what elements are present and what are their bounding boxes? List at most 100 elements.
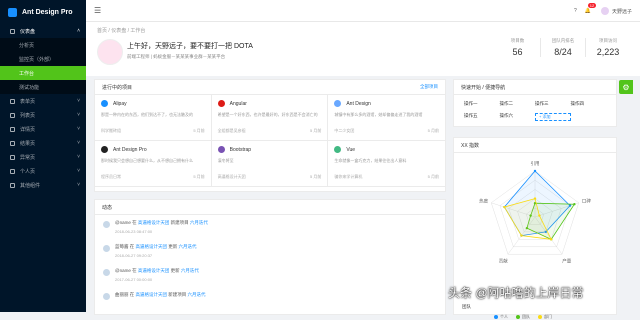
project-name[interactable]: Ant Design Pro xyxy=(101,146,205,153)
avatar xyxy=(103,269,110,276)
stat-label: 项目访问 xyxy=(599,38,617,43)
add-link-button[interactable]: + 添加 xyxy=(535,113,571,121)
quick-link[interactable]: 操作三 xyxy=(535,101,571,107)
team-label: 团队 xyxy=(462,304,471,309)
menu-dashboard[interactable]: 仪表盘 ˄ xyxy=(0,24,86,38)
project-desc: 那时候我只会想自己想要什么，从不想自己拥有什么 xyxy=(101,158,193,163)
form-icon xyxy=(10,98,15,104)
activity-group-link[interactable]: 高逼格设计天团 xyxy=(138,220,170,225)
menu-other[interactable]: 其他组件 ˅ xyxy=(0,178,86,192)
help-icon[interactable]: ? xyxy=(574,8,577,14)
project-team[interactable]: 科学搬砖组 xyxy=(101,128,121,133)
chevron-down-icon: ˅ xyxy=(77,168,80,174)
activity-project-link[interactable]: 六月迭代 xyxy=(190,220,208,225)
legend-label: 个人 xyxy=(500,314,508,319)
legend-label: 团队 xyxy=(522,314,530,319)
menu-result[interactable]: 结果页 ˅ xyxy=(0,136,86,150)
project-name[interactable]: Alipay xyxy=(101,100,205,107)
activity-group-link[interactable]: 高逼格设计天团 xyxy=(136,292,168,297)
notification-bell[interactable]: 🔔 12 xyxy=(585,3,597,14)
dashboard-icon xyxy=(10,28,15,34)
chevron-down-icon: ˅ xyxy=(77,154,80,160)
setting-drawer-button[interactable]: ⚙ xyxy=(619,80,633,94)
menu-label: 监控页（外部） xyxy=(19,56,55,63)
project-team[interactable]: 高逼格设计天团 xyxy=(218,174,246,179)
radar-point xyxy=(550,238,553,241)
project-title: Ant Design xyxy=(346,100,371,107)
project-logo-icon xyxy=(101,100,108,107)
activity-time: 2018-06-27 09:20:37 xyxy=(115,253,153,258)
project-team[interactable]: 程序员日常 xyxy=(101,174,121,179)
greeting: 上午好，天野远子，要不要打一把 DOTA xyxy=(127,43,253,50)
activity-item: @name 在 高逼格设计天团 更新 六月迭代 2017-06-27 00:00:… xyxy=(95,263,445,287)
menu-monitor[interactable]: 监控页（外部） xyxy=(0,52,86,66)
project-name[interactable]: Bootstrap xyxy=(217,146,322,153)
activity-text: @name 在 高逼格设计天团 新建项目 六月迭代 xyxy=(115,220,208,226)
activity-group-link[interactable]: 高逼格设计天团 xyxy=(138,268,170,273)
project-footer: 科学搬砖组 5 月前 xyxy=(101,128,205,134)
project-name[interactable]: Vue xyxy=(334,146,439,153)
radar-point xyxy=(538,214,541,217)
quick-link[interactable]: 操作五 xyxy=(464,113,500,121)
project-item[interactable]: Bootstrap 凛冬将至 高逼格设计天团 5 月前 xyxy=(211,141,329,187)
stat-label: 团队内排名 xyxy=(551,38,575,43)
quick-link[interactable]: 操作六 xyxy=(500,113,536,121)
activity-time: 2018-06-23 08:47:00 xyxy=(115,229,153,234)
project-item[interactable]: Ant Design 城镇中有那么多的酒馆，她却偏偏走进了我的酒馆 中二少女团 5… xyxy=(328,95,445,141)
avatar xyxy=(103,221,110,228)
breadcrumb-dashboard[interactable]: 仪表盘 xyxy=(111,28,126,34)
stat-rank: 团队内排名 8/24 xyxy=(540,38,585,57)
project-team[interactable]: 全组都是吴彦祖 xyxy=(218,128,246,133)
breadcrumb: 首页 / 仪表盘 / 工作台 xyxy=(97,28,146,34)
activity-project-link[interactable]: 六月迭代 xyxy=(181,268,199,273)
menu-list[interactable]: 列表页 ˅ xyxy=(0,108,86,122)
menu-profile[interactable]: 详情页 ˅ xyxy=(0,122,86,136)
menu-account[interactable]: 个人页 ˅ xyxy=(0,164,86,178)
quick-link[interactable]: 操作一 xyxy=(464,101,500,107)
activity-user: @name xyxy=(115,268,131,273)
legend-item[interactable]: 团队 xyxy=(516,314,530,320)
project-name[interactable]: Angular xyxy=(217,100,322,107)
project-item[interactable]: Alipay 那是一种内在的东西，他们到达不了，也无法触及的 科学搬砖组 5 月前 xyxy=(95,95,212,141)
project-item[interactable]: Vue 生命就像一盒巧克力，结果往往出人意料 骗你来学计算机 5 月前 xyxy=(328,141,445,187)
menu-fold-icon[interactable]: ☰ xyxy=(94,6,101,15)
menu-workplace[interactable]: 工作台 xyxy=(0,66,86,80)
activity-project-link[interactable]: 六月迭代 xyxy=(179,244,197,249)
project-team[interactable]: 中二少女团 xyxy=(334,128,354,133)
menu-label: 其他组件 xyxy=(20,182,41,189)
sidebar: Ant Design Pro 仪表盘 ˄ 分析页 监控页（外部） 工作台 测试功能… xyxy=(0,0,86,312)
activity-group-link[interactable]: 高逼格设计天团 xyxy=(136,244,168,249)
project-item[interactable]: Ant Design Pro 那时候我只会想自己想要什么，从不想自己拥有什么 程… xyxy=(95,141,212,187)
project-logo-icon xyxy=(334,100,342,107)
project-item[interactable]: Angular 希望是一个好东西，也许是最好的，好东西是不会消亡的 全组都是吴彦… xyxy=(211,95,329,141)
avatar[interactable] xyxy=(600,7,609,15)
menu-analysis[interactable]: 分析页 xyxy=(0,38,86,52)
menu-exception[interactable]: 异常页 ˅ xyxy=(0,150,86,164)
legend-item[interactable]: 个人 xyxy=(494,314,508,320)
menu-label: 详情页 xyxy=(20,126,36,133)
quick-link[interactable]: 操作二 xyxy=(500,101,536,107)
quick-link[interactable]: 操作四 xyxy=(571,101,607,107)
card-title-text: 进行中的项目 xyxy=(102,84,133,91)
legend-item[interactable]: 部门 xyxy=(538,314,552,320)
project-name[interactable]: Ant Design xyxy=(334,100,439,107)
project-footer: 全组都是吴彦祖 5 月前 xyxy=(218,128,322,134)
username[interactable]: 天野远子 xyxy=(612,8,632,15)
menu-label: 分析页 xyxy=(19,42,35,49)
avatar xyxy=(103,245,110,252)
project-grid: Alipay 那是一种内在的东西，他们到达不了，也无法触及的 科学搬砖组 5 月前… xyxy=(95,95,445,187)
user-title: 前端工程师 | 蚂蚁金服－某某某事业群－某某平台 xyxy=(127,54,226,59)
check-circle-icon xyxy=(10,140,15,146)
radar-point xyxy=(520,234,523,237)
logo[interactable]: Ant Design Pro xyxy=(0,0,86,24)
breadcrumb-home[interactable]: 首页 xyxy=(97,28,107,34)
menu-form[interactable]: 表单页 ˅ xyxy=(0,94,86,108)
all-projects-link[interactable]: 全部项目 xyxy=(420,84,438,90)
menu-test[interactable]: 测试功能 xyxy=(0,80,86,94)
radar-legend: 个人 团队 部门 xyxy=(494,314,560,320)
activity-project-link[interactable]: 六月迭代 xyxy=(188,292,206,297)
menu-label: 工作台 xyxy=(19,70,35,77)
project-team[interactable]: 骗你来学计算机 xyxy=(334,174,362,179)
radar-axis-label: 口碑 xyxy=(582,197,591,204)
activity-mid: 在 xyxy=(128,244,136,249)
